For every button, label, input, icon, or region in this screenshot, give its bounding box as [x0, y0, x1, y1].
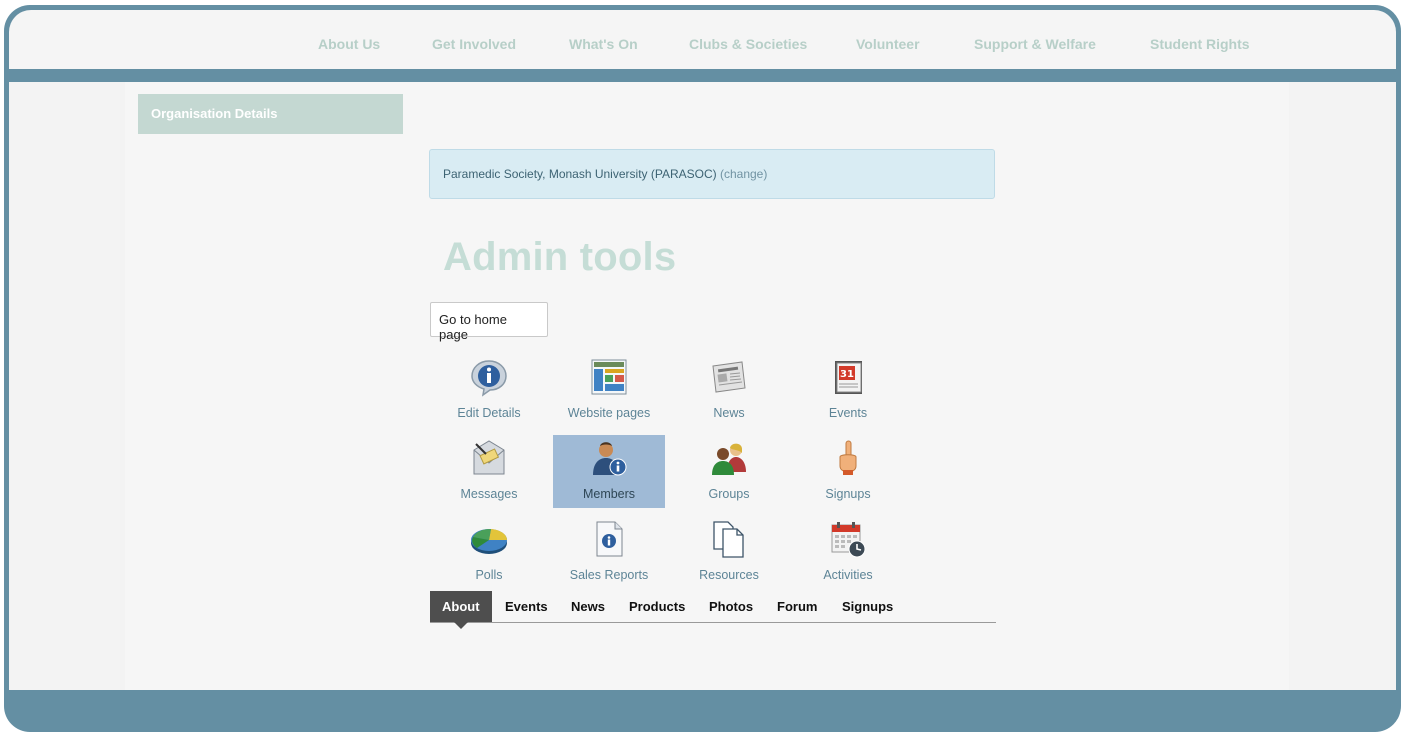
tool-sales-reports[interactable]: Sales Reports [553, 516, 665, 589]
tab-bar: About Events News Products Photos Forum … [430, 591, 996, 629]
tool-label: Groups [708, 487, 750, 501]
newspaper-icon [712, 361, 746, 393]
browser-frame: About Us Get Involved What's On Clubs & … [4, 5, 1401, 732]
tab-photos[interactable]: Photos [709, 591, 753, 622]
tab-forum[interactable]: Forum [777, 591, 817, 622]
tool-members[interactable]: Members [553, 435, 665, 508]
tab-news[interactable]: News [571, 591, 605, 622]
tool-groups[interactable]: Groups [673, 435, 785, 508]
tool-label: Resources [699, 568, 759, 582]
nav-volunteer[interactable]: Volunteer [856, 36, 920, 52]
tool-label: Sales Reports [569, 568, 649, 582]
nav-about-us[interactable]: About Us [318, 36, 380, 52]
tool-website-pages[interactable]: Website pages [553, 354, 665, 427]
raised-finger-icon [839, 440, 857, 475]
change-organisation-link[interactable]: (change) [720, 167, 767, 181]
tool-polls[interactable]: Polls [433, 516, 545, 589]
website-layout-icon [591, 359, 627, 395]
tool-label: Signups [825, 487, 871, 501]
tool-label: News [713, 406, 745, 420]
organisation-banner: Paramedic Society, Monash University (PA… [429, 149, 995, 199]
tool-label: Edit Details [457, 406, 521, 420]
tool-label: Activities [823, 568, 873, 582]
go-to-home-button[interactable]: Go to home page [430, 302, 548, 342]
info-document-icon [596, 521, 623, 557]
nav-student-rights[interactable]: Student Rights [1150, 36, 1250, 52]
tool-activities[interactable]: Activities [792, 516, 904, 589]
page-title: Admin tools [443, 235, 677, 279]
tab-products[interactable]: Products [629, 591, 685, 622]
top-navigation: About Us Get Involved What's On Clubs & … [9, 10, 1396, 69]
nav-clubs-societies[interactable]: Clubs & Societies [689, 36, 807, 52]
nav-whats-on[interactable]: What's On [569, 36, 638, 52]
tool-label: Events [828, 406, 868, 420]
svg-text:31: 31 [840, 369, 854, 380]
organisation-name: Paramedic Society, Monash University (PA… [443, 167, 717, 181]
tool-messages[interactable]: Messages [433, 435, 545, 508]
tab-events[interactable]: Events [505, 591, 548, 622]
tool-label: Website pages [567, 406, 651, 420]
tool-label: Polls [475, 568, 503, 582]
documents-icon [713, 521, 744, 558]
nav-get-involved[interactable]: Get Involved [432, 36, 516, 52]
calendar-clock-icon [831, 522, 866, 558]
main-area: Organisation Details Paramedic Society, … [9, 82, 1396, 690]
nav-support-welfare[interactable]: Support & Welfare [974, 36, 1096, 52]
users-group-icon [712, 443, 746, 475]
tool-label: Members [582, 487, 636, 501]
tool-events[interactable]: 31 Events [792, 354, 904, 427]
tool-signups[interactable]: Signups [792, 435, 904, 508]
pie-chart-icon [471, 528, 508, 554]
tool-edit-details[interactable]: Edit Details [433, 354, 545, 427]
envelope-icon [473, 440, 505, 475]
info-bubble-icon [471, 360, 507, 397]
tool-news[interactable]: News [673, 354, 785, 427]
calendar-31-icon: 31 [835, 361, 862, 394]
tab-about[interactable]: About [430, 591, 492, 629]
tab-signups[interactable]: Signups [842, 591, 893, 622]
tool-resources[interactable]: Resources [673, 516, 785, 589]
sidebar-tab-organisation-details[interactable]: Organisation Details [138, 94, 403, 134]
user-info-icon [593, 442, 627, 476]
tool-label: Messages [460, 487, 518, 501]
